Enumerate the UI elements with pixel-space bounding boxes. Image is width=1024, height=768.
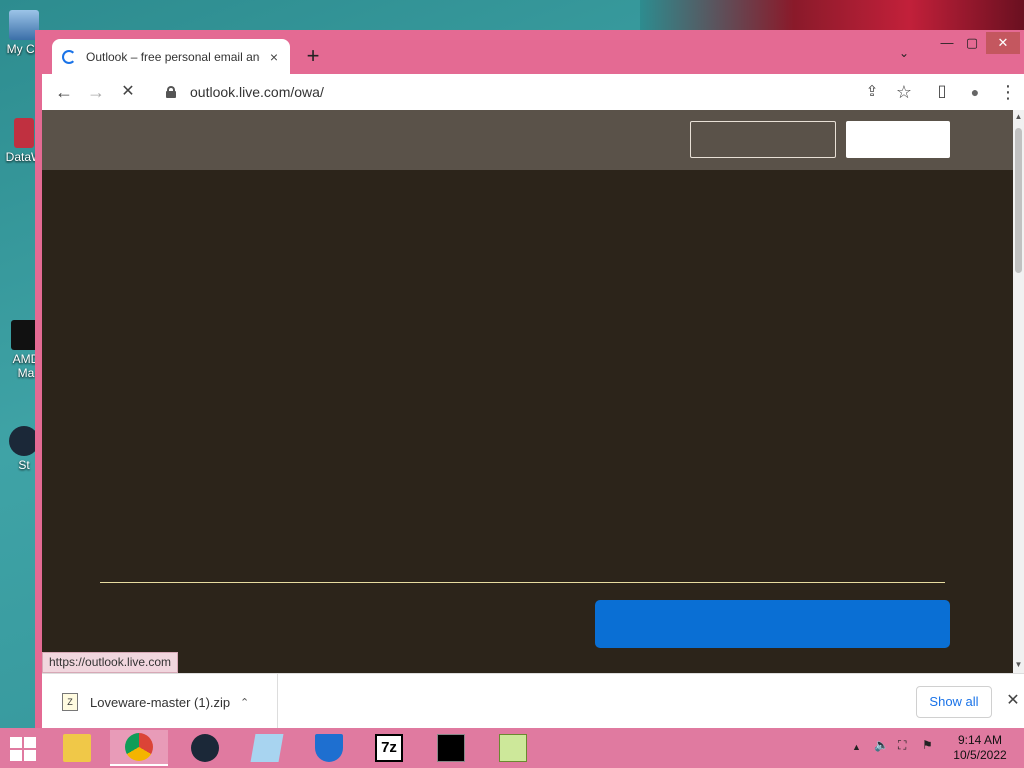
taskbar-notepad-plus[interactable] xyxy=(484,730,542,766)
shield-icon xyxy=(315,734,343,762)
show-all-downloads-button[interactable]: Show all xyxy=(916,686,992,718)
url-text[interactable]: outlook.live.com/owa/ xyxy=(190,84,324,100)
back-button[interactable]: ← xyxy=(52,80,76,104)
system-clock[interactable]: 9:14 AM 10/5/2022 xyxy=(946,733,1014,763)
download-shelf: Z Loveware-master (1).zip ⌃ Show all ✕ xyxy=(42,673,1024,730)
clock-time: 9:14 AM xyxy=(957,733,1003,747)
side-panel-icon[interactable]: ▯ xyxy=(930,80,954,104)
download-options-chevron-icon[interactable]: ⌃ xyxy=(240,696,249,709)
download-item[interactable]: Z Loveware-master (1).zip ⌃ xyxy=(42,674,278,730)
notepad-plus-icon xyxy=(499,734,527,762)
document-icon xyxy=(250,734,284,762)
tab-search-chevron-icon[interactable]: ⌄ xyxy=(899,46,909,60)
steam-icon xyxy=(191,734,219,762)
clock-date: 10/5/2022 xyxy=(953,748,1007,762)
browser-menu-icon[interactable]: ⋮ xyxy=(996,80,1020,104)
stop-loading-button[interactable]: ✕ xyxy=(116,80,140,104)
maximize-button[interactable]: ▢ xyxy=(957,32,987,54)
status-bubble: https://outlook.live.com xyxy=(42,652,179,673)
taskbar-command-prompt[interactable] xyxy=(422,730,480,766)
terminal-icon xyxy=(437,734,465,762)
tab-title: Outlook – free personal email and xyxy=(86,49,260,64)
tab-outlook[interactable]: Outlook – free personal email and × xyxy=(52,39,290,74)
scroll-thumb[interactable] xyxy=(1015,128,1022,273)
profile-avatar-icon[interactable]: ● xyxy=(963,80,987,104)
close-window-button[interactable]: ✕ xyxy=(986,32,1020,54)
shortcut-icon xyxy=(14,118,34,148)
forward-button[interactable]: → xyxy=(84,80,108,104)
scroll-down-arrow-icon[interactable]: ▼ xyxy=(1014,660,1023,669)
page-scrollbar[interactable]: ▲ ▼ xyxy=(1013,110,1024,673)
windows-logo-icon xyxy=(10,737,22,748)
7zip-icon: 7z xyxy=(375,734,403,762)
bookmark-star-icon[interactable]: ☆ xyxy=(892,80,916,104)
taskbar-notepad-like[interactable] xyxy=(238,730,296,766)
loading-spinner-icon xyxy=(62,49,76,64)
page-viewport: https://outlook.live.com xyxy=(42,110,1013,673)
primary-cta-button[interactable] xyxy=(595,600,950,648)
chrome-icon xyxy=(125,733,153,761)
taskbar-7zip[interactable]: 7z xyxy=(360,730,418,766)
new-tab-button[interactable]: + xyxy=(301,44,325,68)
network-icon[interactable]: ⛶ xyxy=(898,738,906,753)
page-header xyxy=(42,110,1013,170)
folder-icon xyxy=(63,734,91,762)
create-account-button[interactable] xyxy=(846,121,950,158)
browser-toolbar: ← → ✕ outlook.live.com/owa/ ⇪ ☆ ▯ ● ⋮ xyxy=(42,74,1024,110)
taskbar: 7z ▲ 🔈 ⛶ ⚑ 9:14 AM 10/5/2022 xyxy=(0,728,1024,768)
tab-strip: Outlook – free personal email and × + ⌄ … xyxy=(35,30,1024,74)
content-divider xyxy=(100,582,945,583)
lock-icon[interactable] xyxy=(166,86,176,98)
taskbar-defender[interactable] xyxy=(300,730,358,766)
action-center-alert-icon[interactable]: ⚑ xyxy=(922,738,933,752)
zip-file-icon: Z xyxy=(62,693,78,711)
share-icon[interactable]: ⇪ xyxy=(860,80,884,104)
volume-muted-icon[interactable]: 🔈 xyxy=(874,738,889,752)
tray-overflow-chevron-icon[interactable]: ▲ xyxy=(852,742,861,752)
download-file-name: Loveware-master (1).zip xyxy=(90,694,231,710)
taskbar-chrome[interactable] xyxy=(110,730,168,766)
start-button[interactable] xyxy=(6,736,40,762)
taskbar-file-explorer[interactable] xyxy=(48,730,106,766)
taskbar-steam[interactable] xyxy=(176,730,234,766)
tab-close-icon[interactable]: × xyxy=(266,49,282,65)
address-bar[interactable]: outlook.live.com/owa/ xyxy=(158,77,900,107)
close-download-shelf-icon[interactable]: ✕ xyxy=(1004,690,1022,710)
browser-window: Outlook – free personal email and × + ⌄ … xyxy=(35,30,1024,736)
scroll-up-arrow-icon[interactable]: ▲ xyxy=(1014,112,1023,121)
sign-in-button[interactable] xyxy=(690,121,836,158)
